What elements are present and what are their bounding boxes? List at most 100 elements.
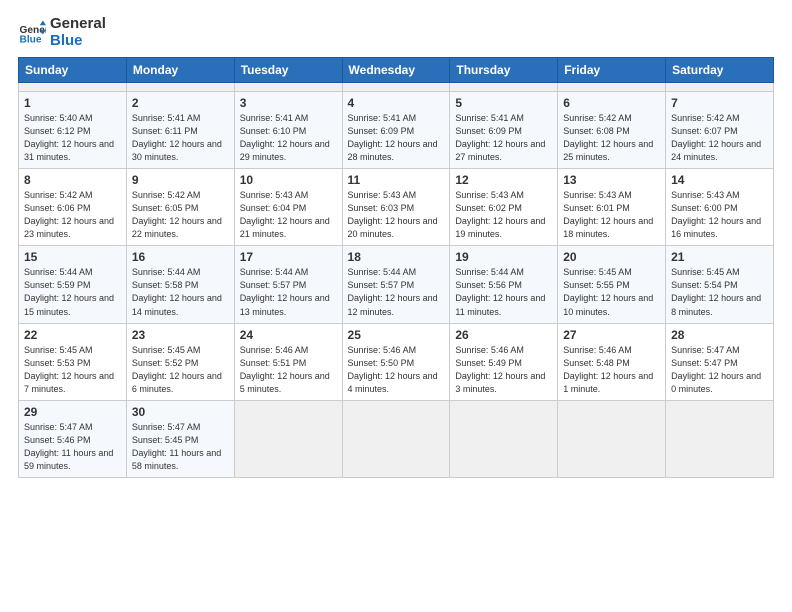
day-info: Sunrise: 5:41 AMSunset: 6:11 PMDaylight:… <box>132 112 229 164</box>
day-number: 2 <box>132 96 229 110</box>
day-info: Sunrise: 5:42 AMSunset: 6:07 PMDaylight:… <box>671 112 768 164</box>
calendar-cell: 13 Sunrise: 5:43 AMSunset: 6:01 PMDayligh… <box>558 169 666 246</box>
day-info: Sunrise: 5:46 AMSunset: 5:50 PMDaylight:… <box>348 344 445 396</box>
day-number: 19 <box>455 250 552 264</box>
calendar-week-3: 15Sunrise: 5:44 AMSunset: 5:59 PMDayligh… <box>19 246 774 323</box>
weekday-header-saturday: Saturday <box>666 58 774 83</box>
calendar-cell: 8 Sunrise: 5:42 AMSunset: 6:06 PMDaylight… <box>19 169 127 246</box>
day-info: Sunrise: 5:44 AMSunset: 5:57 PMDaylight:… <box>348 266 445 318</box>
day-number: 9 <box>132 173 229 187</box>
calendar-cell: 17 Sunrise: 5:44 AMSunset: 5:57 PMDayligh… <box>234 246 342 323</box>
day-number: 8 <box>24 173 121 187</box>
day-number: 10 <box>240 173 337 187</box>
day-number: 6 <box>563 96 660 110</box>
calendar-cell: 21Sunrise: 5:45 AMSunset: 5:54 PMDayligh… <box>666 246 774 323</box>
day-info: Sunrise: 5:46 AMSunset: 5:51 PMDaylight:… <box>240 344 337 396</box>
calendar-cell <box>126 83 234 92</box>
svg-text:Blue: Blue <box>20 34 42 45</box>
day-info: Sunrise: 5:43 AMSunset: 6:00 PMDaylight:… <box>671 189 768 241</box>
day-number: 17 <box>240 250 337 264</box>
calendar-cell: 20 Sunrise: 5:45 AMSunset: 5:55 PMDayligh… <box>558 246 666 323</box>
page: General Blue General Blue SundayMondayTu… <box>0 0 792 612</box>
weekday-header-friday: Friday <box>558 58 666 83</box>
calendar-cell <box>558 400 666 477</box>
day-number: 11 <box>348 173 445 187</box>
calendar-cell: 5 Sunrise: 5:41 AMSunset: 6:09 PMDaylight… <box>450 92 558 169</box>
calendar-cell: 1Sunrise: 5:40 AMSunset: 6:12 PMDaylight… <box>19 92 127 169</box>
calendar-cell <box>450 400 558 477</box>
day-info: Sunrise: 5:42 AMSunset: 6:06 PMDaylight:… <box>24 189 121 241</box>
weekday-header-monday: Monday <box>126 58 234 83</box>
day-info: Sunrise: 5:46 AMSunset: 5:49 PMDaylight:… <box>455 344 552 396</box>
day-info: Sunrise: 5:47 AMSunset: 5:45 PMDaylight:… <box>132 421 229 473</box>
day-number: 21 <box>671 250 768 264</box>
calendar-cell <box>666 83 774 92</box>
logo-icon: General Blue <box>18 19 46 47</box>
day-info: Sunrise: 5:44 AMSunset: 5:57 PMDaylight:… <box>240 266 337 318</box>
day-number: 12 <box>455 173 552 187</box>
calendar-week-0 <box>19 83 774 92</box>
calendar-cell: 30 Sunrise: 5:47 AMSunset: 5:45 PMDayligh… <box>126 400 234 477</box>
day-info: Sunrise: 5:45 AMSunset: 5:53 PMDaylight:… <box>24 344 121 396</box>
calendar-cell: 7 Sunrise: 5:42 AMSunset: 6:07 PMDaylight… <box>666 92 774 169</box>
day-info: Sunrise: 5:43 AMSunset: 6:01 PMDaylight:… <box>563 189 660 241</box>
day-number: 13 <box>563 173 660 187</box>
calendar-cell <box>234 83 342 92</box>
day-info: Sunrise: 5:44 AMSunset: 5:58 PMDaylight:… <box>132 266 229 318</box>
header: General Blue General Blue <box>18 16 774 49</box>
day-number: 30 <box>132 405 229 419</box>
logo: General Blue General Blue <box>18 16 106 49</box>
day-info: Sunrise: 5:41 AMSunset: 6:09 PMDaylight:… <box>455 112 552 164</box>
calendar-cell: 25 Sunrise: 5:46 AMSunset: 5:50 PMDayligh… <box>342 323 450 400</box>
day-info: Sunrise: 5:42 AMSunset: 6:05 PMDaylight:… <box>132 189 229 241</box>
day-number: 23 <box>132 328 229 342</box>
day-number: 29 <box>24 405 121 419</box>
day-number: 27 <box>563 328 660 342</box>
day-info: Sunrise: 5:44 AMSunset: 5:56 PMDaylight:… <box>455 266 552 318</box>
calendar-week-2: 8 Sunrise: 5:42 AMSunset: 6:06 PMDaylight… <box>19 169 774 246</box>
day-number: 3 <box>240 96 337 110</box>
calendar-cell: 19 Sunrise: 5:44 AMSunset: 5:56 PMDayligh… <box>450 246 558 323</box>
calendar-cell: 14Sunrise: 5:43 AMSunset: 6:00 PMDayligh… <box>666 169 774 246</box>
calendar-cell <box>234 400 342 477</box>
weekday-header-row: SundayMondayTuesdayWednesdayThursdayFrid… <box>19 58 774 83</box>
calendar-week-4: 22Sunrise: 5:45 AMSunset: 5:53 PMDayligh… <box>19 323 774 400</box>
day-info: Sunrise: 5:46 AMSunset: 5:48 PMDaylight:… <box>563 344 660 396</box>
day-info: Sunrise: 5:43 AMSunset: 6:03 PMDaylight:… <box>348 189 445 241</box>
calendar-cell: 16Sunrise: 5:44 AMSunset: 5:58 PMDayligh… <box>126 246 234 323</box>
calendar-week-5: 29 Sunrise: 5:47 AMSunset: 5:46 PMDayligh… <box>19 400 774 477</box>
calendar-cell <box>342 83 450 92</box>
day-info: Sunrise: 5:41 AMSunset: 6:10 PMDaylight:… <box>240 112 337 164</box>
day-number: 18 <box>348 250 445 264</box>
weekday-header-tuesday: Tuesday <box>234 58 342 83</box>
calendar-cell: 12 Sunrise: 5:43 AMSunset: 6:02 PMDayligh… <box>450 169 558 246</box>
logo-text: General Blue <box>50 16 106 49</box>
weekday-header-wednesday: Wednesday <box>342 58 450 83</box>
calendar-cell <box>666 400 774 477</box>
calendar-table: SundayMondayTuesdayWednesdayThursdayFrid… <box>18 57 774 478</box>
calendar-week-1: 1Sunrise: 5:40 AMSunset: 6:12 PMDaylight… <box>19 92 774 169</box>
day-info: Sunrise: 5:43 AMSunset: 6:02 PMDaylight:… <box>455 189 552 241</box>
day-info: Sunrise: 5:45 AMSunset: 5:55 PMDaylight:… <box>563 266 660 318</box>
day-number: 7 <box>671 96 768 110</box>
day-number: 26 <box>455 328 552 342</box>
day-info: Sunrise: 5:42 AMSunset: 6:08 PMDaylight:… <box>563 112 660 164</box>
calendar-cell <box>19 83 127 92</box>
day-info: Sunrise: 5:41 AMSunset: 6:09 PMDaylight:… <box>348 112 445 164</box>
day-number: 5 <box>455 96 552 110</box>
calendar-cell: 29 Sunrise: 5:47 AMSunset: 5:46 PMDayligh… <box>19 400 127 477</box>
day-number: 20 <box>563 250 660 264</box>
day-info: Sunrise: 5:47 AMSunset: 5:47 PMDaylight:… <box>671 344 768 396</box>
weekday-header-sunday: Sunday <box>19 58 127 83</box>
calendar-cell: 6 Sunrise: 5:42 AMSunset: 6:08 PMDaylight… <box>558 92 666 169</box>
day-info: Sunrise: 5:45 AMSunset: 5:52 PMDaylight:… <box>132 344 229 396</box>
calendar-cell: 18 Sunrise: 5:44 AMSunset: 5:57 PMDayligh… <box>342 246 450 323</box>
day-number: 15 <box>24 250 121 264</box>
day-info: Sunrise: 5:47 AMSunset: 5:46 PMDaylight:… <box>24 421 121 473</box>
calendar-cell <box>450 83 558 92</box>
calendar-cell <box>558 83 666 92</box>
calendar-cell: 27 Sunrise: 5:46 AMSunset: 5:48 PMDayligh… <box>558 323 666 400</box>
calendar-cell: 9 Sunrise: 5:42 AMSunset: 6:05 PMDaylight… <box>126 169 234 246</box>
day-number: 25 <box>348 328 445 342</box>
day-info: Sunrise: 5:40 AMSunset: 6:12 PMDaylight:… <box>24 112 121 164</box>
